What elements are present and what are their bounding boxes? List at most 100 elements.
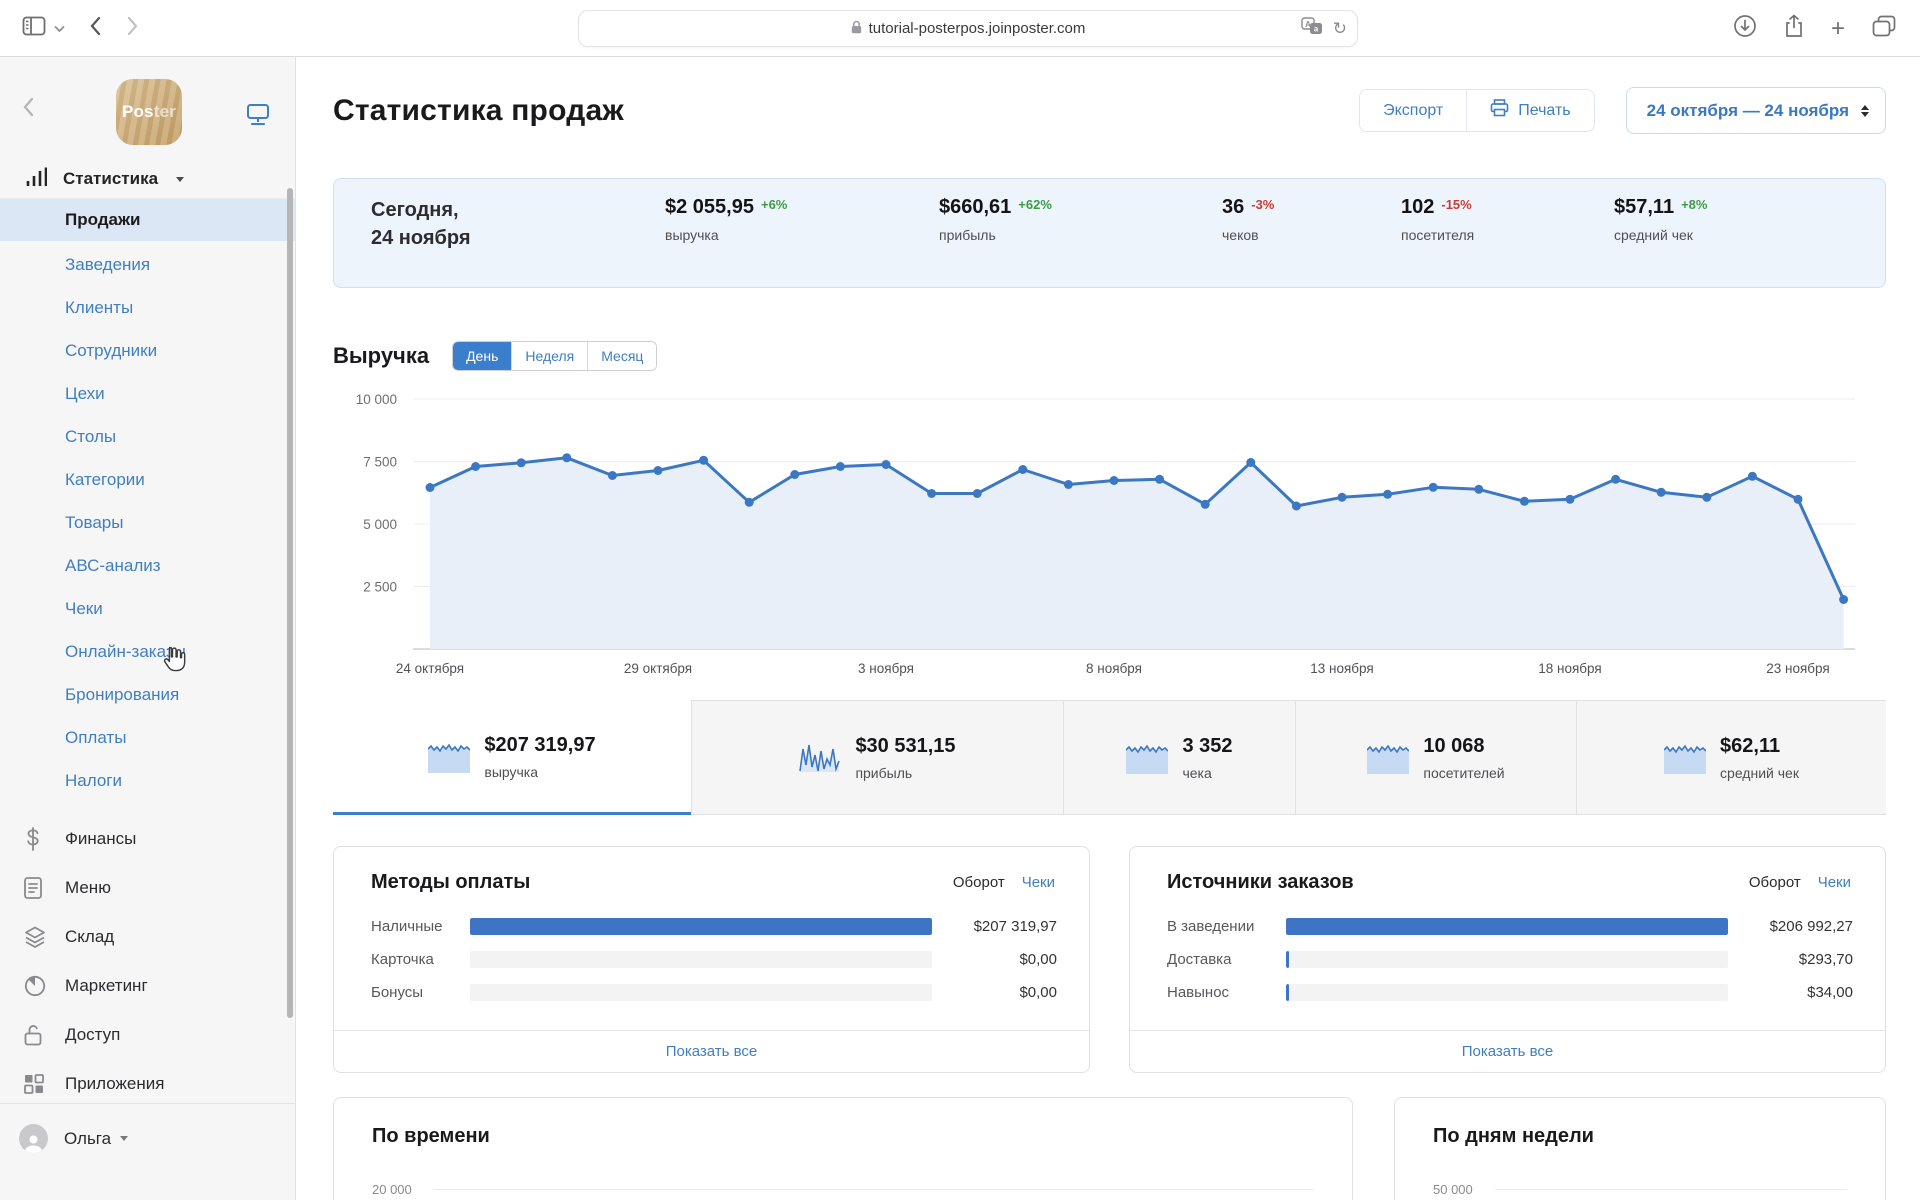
bar-track[interactable] — [1286, 984, 1728, 1001]
by-time-ytick: 20 000 — [372, 1182, 412, 1197]
select-arrows-icon — [1861, 104, 1869, 117]
bar-fill — [1286, 951, 1289, 968]
bar-track[interactable] — [470, 951, 932, 968]
sidebar-section-приложения[interactable]: Приложения — [0, 1059, 295, 1108]
sparkline-area-icon — [1367, 741, 1410, 774]
tab-неделя[interactable]: Неделя — [511, 342, 588, 370]
sidebar-item-онлайн-заказы[interactable]: Онлайн-заказы — [0, 630, 295, 673]
printer-icon — [1490, 99, 1509, 122]
sidebar-item-заведения[interactable]: Заведения — [0, 243, 295, 286]
sidebar-toggle-icon[interactable] — [22, 16, 46, 41]
print-button[interactable]: Печать — [1466, 90, 1594, 131]
sidebar-section-доступ[interactable]: Доступ — [0, 1010, 295, 1059]
show-all-link[interactable]: Показать все — [666, 1043, 758, 1060]
main-content: Статистика продаж Экспорт Печать 24 октя… — [296, 57, 1920, 1200]
revenue-line-chart[interactable]: 2 500 5 000 7 500 10 000 24 октября 29 октябр… — [333, 387, 1886, 687]
sidebar-item-сотрудники[interactable]: Сотрудники — [0, 329, 295, 372]
sidebar-item-клиенты[interactable]: Клиенты — [0, 286, 295, 329]
sidebar-user-block: Ольга — [0, 1103, 295, 1153]
collapse-sidebar-icon[interactable] — [22, 97, 34, 122]
svg-text:23 ноября: 23 ноября — [1766, 661, 1829, 676]
bar-track[interactable] — [1286, 918, 1728, 935]
stats-bars-icon — [25, 166, 48, 193]
tabs-overview-icon[interactable] — [1872, 15, 1896, 42]
show-all-link[interactable]: Показать все — [1462, 1043, 1554, 1060]
bar-track[interactable] — [470, 918, 932, 935]
download-icon[interactable] — [1733, 14, 1757, 43]
bar-value: $206 992,27 — [1769, 918, 1853, 935]
sidebar-scrollbar[interactable] — [287, 188, 293, 1018]
sidebar-item-оплаты[interactable]: Оплаты — [0, 716, 295, 759]
sidebar-statistics-links: Заведения Клиенты Сотрудники Цехи Столы Катег… — [0, 243, 295, 802]
totals-tab-средний-чек[interactable]: $62,11 средний чек — [1576, 700, 1886, 815]
totals-label: средний чек — [1720, 764, 1799, 781]
sidebar-item-чеки[interactable]: Чеки — [0, 587, 295, 630]
sidebar-section-label: Приложения — [65, 1073, 165, 1093]
export-button[interactable]: Экспорт — [1360, 90, 1467, 131]
stat-label: средний чек — [1614, 227, 1693, 243]
sidebar-section-меню[interactable]: Меню — [0, 863, 295, 912]
today-stat: $660,61 +62% прибыль — [939, 196, 1052, 243]
tab-месяц[interactable]: Месяц — [587, 342, 657, 370]
toggle-receipts[interactable]: Чеки — [1818, 874, 1851, 891]
back-icon[interactable] — [89, 16, 101, 41]
sidebar-item-категории[interactable]: Категории — [0, 458, 295, 501]
totals-tab-прибыль[interactable]: $30 531,15 прибыль — [691, 700, 1063, 815]
stat-label: чеков — [1222, 227, 1259, 243]
toggle-turnover[interactable]: Оборот — [1749, 874, 1801, 891]
totals-tab-посетителей[interactable]: 10 068 посетителей — [1295, 700, 1576, 815]
gridline — [434, 1189, 1314, 1190]
poster-logo[interactable]: Poster — [116, 79, 182, 145]
sidebar-section-маркетинг[interactable]: Маркетинг — [0, 961, 295, 1010]
sidebar-item-налоги[interactable]: Налоги — [0, 759, 295, 802]
address-bar[interactable]: tutorial-posterpos.joinposter.com Aa ↻ — [578, 10, 1358, 47]
bar-label: В заведении — [1167, 918, 1255, 935]
sidebar-item-столы[interactable]: Столы — [0, 415, 295, 458]
date-range-select[interactable]: 24 октября — 24 ноября — [1625, 87, 1886, 134]
stat-value: $2 055,95 — [665, 196, 754, 218]
chevron-down-icon[interactable] — [54, 20, 65, 38]
sidebar-section-финансы[interactable]: Финансы — [0, 814, 295, 863]
user-menu[interactable]: Ольга — [0, 1104, 295, 1153]
translate-icon[interactable]: Aa — [1301, 17, 1323, 40]
totals-tab-чека[interactable]: 3 352 чека — [1063, 700, 1295, 815]
sidebar-item-авс-анализ[interactable]: АВС-анализ — [0, 544, 295, 587]
totals-tab-выручка[interactable]: $207 319,97 выручка — [333, 700, 691, 815]
bar-value: $0,00 — [1019, 951, 1057, 968]
svg-text:7 500: 7 500 — [363, 455, 397, 470]
bar-value: $293,70 — [1798, 951, 1853, 968]
reload-icon[interactable]: ↻ — [1333, 19, 1347, 39]
by-weekday-card: По дням недели 50 000 — [1394, 1097, 1886, 1200]
revenue-chart-title: Выручка — [333, 343, 430, 368]
stat-value: $660,61 — [939, 196, 1012, 218]
bar-label: Доставка — [1167, 951, 1232, 968]
menu-icon — [23, 876, 53, 900]
share-icon[interactable] — [1784, 14, 1804, 43]
sidebar-item-цехи[interactable]: Цехи — [0, 372, 295, 415]
stat-change: +6% — [760, 197, 788, 212]
toggle-receipts[interactable]: Чеки — [1022, 874, 1055, 891]
bar-row-наличные: Наличные $207 319,97 — [371, 910, 1057, 943]
bar-track[interactable] — [1286, 951, 1728, 968]
forward-icon[interactable] — [127, 16, 139, 41]
totals-value: 10 068 — [1423, 734, 1485, 757]
pos-terminal-icon[interactable] — [245, 103, 271, 132]
sidebar-item-sales-active[interactable]: Продажи — [0, 199, 295, 241]
bar-label: Навынос — [1167, 984, 1230, 1001]
sidebar-item-бронирования[interactable]: Бронирования — [0, 673, 295, 716]
toggle-turnover[interactable]: Оборот — [953, 874, 1005, 891]
totals-label: прибыль — [855, 764, 913, 781]
tab-день[interactable]: День — [453, 342, 512, 370]
lock-icon — [851, 20, 862, 38]
sidebar-section-склад[interactable]: Склад — [0, 912, 295, 961]
new-tab-icon[interactable]: + — [1831, 16, 1845, 41]
order-sources-card: Источники заказов Оборот Чеки В заведени… — [1129, 846, 1886, 1073]
today-stat: $57,11 +8% средний чек — [1614, 196, 1707, 243]
svg-text:10 000: 10 000 — [356, 392, 397, 407]
bar-track[interactable] — [470, 984, 932, 1001]
svg-text:5 000: 5 000 — [363, 517, 397, 532]
sidebar-section-label: Доступ — [65, 1024, 121, 1044]
sidebar-item-товары[interactable]: Товары — [0, 501, 295, 544]
sidebar-section-statistics[interactable]: Статистика — [0, 160, 295, 199]
stat-value: $57,11 — [1614, 196, 1675, 218]
